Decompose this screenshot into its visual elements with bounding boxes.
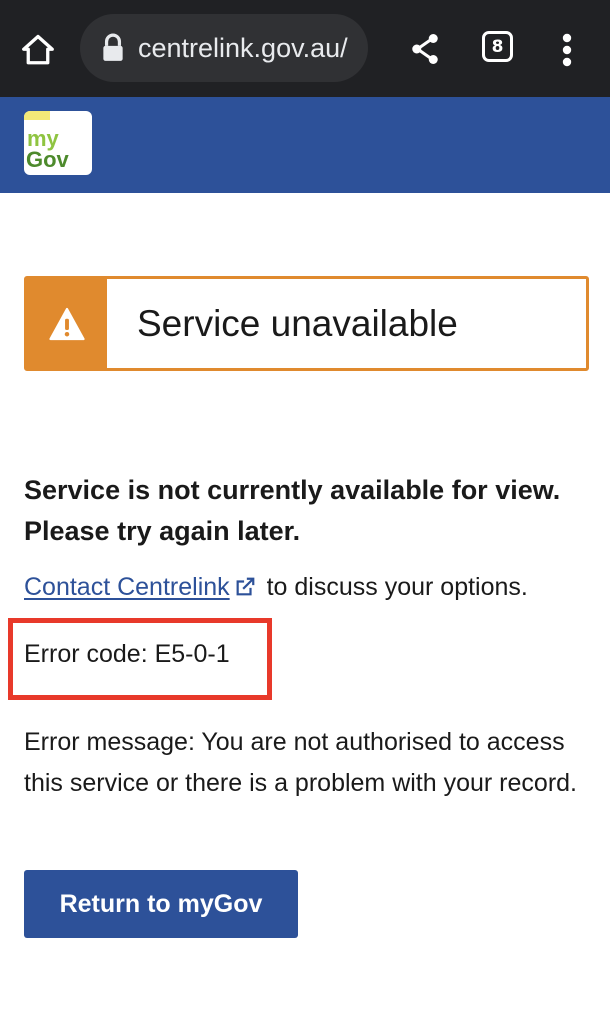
logo-text-gov: Gov	[26, 147, 70, 172]
external-link-icon	[236, 577, 255, 596]
more-vert-icon	[562, 33, 572, 67]
mygov-logo[interactable]: my Gov	[24, 111, 92, 175]
share-icon	[412, 34, 438, 64]
warning-icon	[49, 307, 85, 340]
home-icon	[22, 34, 54, 65]
contact-line: Contact Centrelink to discuss your optio…	[24, 570, 604, 604]
home-button[interactable]	[14, 26, 62, 74]
lock-icon	[103, 33, 123, 61]
overflow-menu-button[interactable]	[552, 26, 582, 74]
site-header: my Gov	[0, 97, 610, 193]
alert-title: Service unavailable	[137, 303, 458, 344]
error-code-highlight	[8, 618, 272, 700]
browser-toolbar: centrelink.gov.au/ 8	[0, 0, 610, 97]
mygov-logo-mark: my Gov	[26, 126, 70, 172]
service-alert: Service unavailable	[24, 276, 589, 371]
error-message: Error message: You are not authorised to…	[24, 728, 577, 797]
return-to-mygov-button[interactable]: Return to myGov	[24, 870, 298, 938]
contact-centrelink-link[interactable]: Contact Centrelink	[24, 573, 230, 601]
tab-switcher-button[interactable]: 8	[482, 31, 513, 62]
page-heading: Service is not currently available for v…	[24, 475, 561, 546]
contact-suffix: to discuss your options.	[259, 573, 528, 601]
alert-icon-box	[27, 279, 107, 368]
share-button[interactable]	[402, 26, 448, 72]
address-bar[interactable]: centrelink.gov.au/	[80, 14, 368, 82]
url-text: centrelink.gov.au/	[138, 32, 348, 63]
